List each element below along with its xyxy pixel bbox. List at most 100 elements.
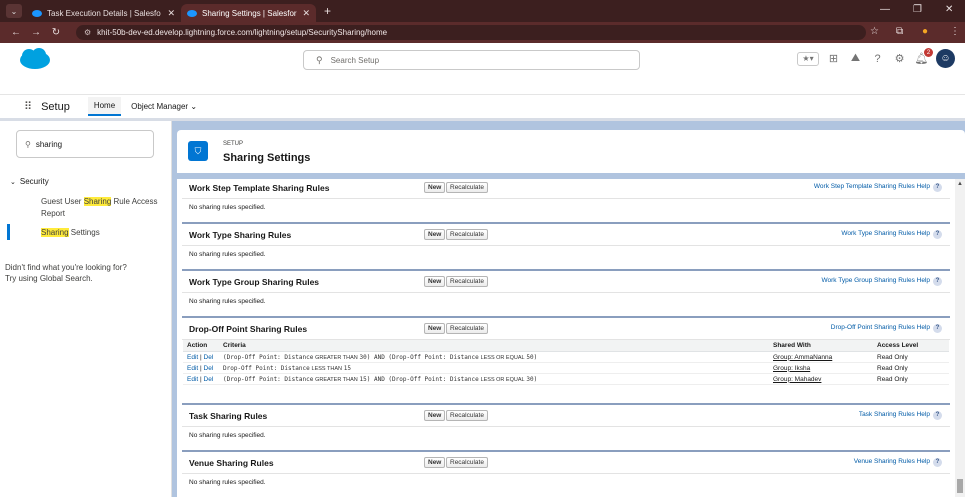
new-tab-button[interactable]: +	[324, 4, 331, 18]
delete-link[interactable]: Del	[204, 365, 214, 372]
edit-link[interactable]: Edit	[187, 365, 198, 372]
section-title: Task Sharing Rules	[189, 411, 268, 421]
recalculate-button[interactable]: Recalculate	[446, 410, 488, 421]
group-link[interactable]: Group: Mahadev	[773, 376, 821, 383]
context-bar: ⠿ Setup Home Object Manager ⌄	[0, 94, 965, 121]
tree-item-text: Settings	[68, 228, 100, 237]
criteria-operator: GREATER THAN	[315, 354, 358, 361]
help-link[interactable]: Task Sharing Rules Help?	[859, 411, 942, 420]
site-info-icon[interactable]: ⚙	[84, 28, 91, 37]
recalculate-button[interactable]: Recalculate	[446, 457, 488, 468]
new-button[interactable]: New	[424, 410, 446, 421]
close-icon[interactable]: ✕	[302, 8, 310, 19]
help-link[interactable]: Work Type Sharing Rules Help?	[841, 230, 942, 239]
tree-node-security[interactable]: ⌄ Security	[10, 177, 49, 186]
tree-item-sharing-settings[interactable]: Sharing Settings	[41, 227, 166, 239]
empty-message: No sharing rules specified.	[182, 427, 950, 445]
chevron-down-icon[interactable]: ⌄	[190, 102, 197, 111]
extensions-icon[interactable]: ⧉	[896, 26, 903, 37]
maximize-icon[interactable]: ❐	[913, 4, 922, 15]
quick-find-input[interactable]: ⚲ sharing	[16, 130, 154, 158]
edit-link[interactable]: Edit	[187, 376, 198, 383]
search-highlight: Sharing	[41, 228, 69, 237]
edit-link[interactable]: Edit	[187, 354, 198, 361]
help-link-text: Work Step Template Sharing Rules Help	[813, 183, 930, 190]
app-launcher-icon[interactable]: ⠿	[24, 100, 32, 113]
table-row: Edit | Del (Drop-Off Point: Distance GRE…	[183, 373, 949, 385]
new-button[interactable]: New	[424, 323, 446, 334]
tab-title: Sharing Settings | Salesforce	[202, 8, 298, 18]
content-scrollbar[interactable]: ▲	[955, 179, 965, 497]
user-avatar[interactable]: ☺	[936, 49, 955, 68]
global-actions-icon[interactable]: ⊞	[826, 51, 841, 66]
update-alert-icon[interactable]: ●	[922, 26, 928, 37]
help-icon[interactable]: ?	[870, 51, 885, 66]
favorites-icon[interactable]: ★▾	[797, 51, 819, 66]
close-icon[interactable]: ✕	[167, 8, 175, 19]
new-button[interactable]: New	[424, 276, 446, 287]
page-header: ⛉ SETUP Sharing Settings	[177, 130, 965, 173]
sharing-settings-frame: Work Step Template Sharing Rules New Rec…	[177, 179, 955, 497]
help-icon: ?	[933, 277, 942, 286]
browser-menu-icon[interactable]: ⋮	[950, 26, 960, 37]
group-link[interactable]: Group: Iksha	[773, 365, 810, 372]
help-link[interactable]: Work Type Group Sharing Rules Help?	[821, 277, 942, 286]
chevron-down-icon[interactable]: ⌄	[10, 179, 16, 186]
delete-link[interactable]: Del	[204, 376, 214, 383]
delete-link[interactable]: Del	[204, 354, 214, 361]
recalculate-button[interactable]: Recalculate	[446, 229, 488, 240]
scrollbar-thumb[interactable]	[957, 479, 963, 493]
address-bar[interactable]: ⚙ khit-50b-dev-ed.develop.lightning.forc…	[76, 25, 866, 40]
section-work-type-group: Work Type Group Sharing Rules New Recalc…	[182, 269, 950, 311]
tree-node-label: Security	[19, 177, 49, 186]
help-link[interactable]: Drop-Off Point Sharing Rules Help?	[831, 324, 942, 333]
bookmark-star-icon[interactable]: ☆	[870, 26, 879, 37]
search-setup-input[interactable]: ⚲ Search Setup	[303, 50, 640, 70]
tab-search-button[interactable]: ⌄	[6, 4, 22, 18]
salesforce-cloud-logo[interactable]	[18, 47, 52, 71]
new-button[interactable]: New	[424, 229, 446, 240]
hint-line-2: Try using Global Search.	[5, 274, 93, 283]
section-drop-off-point: Drop-Off Point Sharing Rules New Recalcu…	[182, 316, 950, 385]
tab-title: Task Execution Details | Salesfo	[47, 8, 161, 18]
column-header-shared-with: Shared With	[769, 340, 873, 352]
reload-icon[interactable]: ↻	[46, 27, 66, 38]
shared-with-cell: Group: Iksha	[769, 362, 873, 374]
recalculate-button[interactable]: Recalculate	[446, 276, 488, 287]
help-icon: ?	[933, 183, 942, 192]
section-venue: Venue Sharing Rules New Recalculate Venu…	[182, 450, 950, 492]
tab-object-manager[interactable]: Object Manager ⌄	[125, 98, 203, 115]
help-link[interactable]: Work Step Template Sharing Rules Help?	[814, 183, 942, 192]
trailhead-icon[interactable]: ⛰	[848, 51, 863, 66]
recalculate-button[interactable]: Recalculate	[446, 323, 488, 334]
new-button[interactable]: New	[424, 182, 446, 193]
recalculate-button[interactable]: Recalculate	[446, 182, 488, 193]
notifications-bell-icon[interactable]: 🔔︎ 2	[914, 48, 933, 66]
setup-gear-icon[interactable]: ⚙	[892, 51, 907, 66]
row-actions: Edit | Del	[183, 373, 219, 385]
help-icon: ?	[933, 230, 942, 239]
url-text: khit-50b-dev-ed.develop.lightning.force.…	[97, 28, 388, 37]
empty-message: No sharing rules specified.	[182, 199, 950, 217]
notification-badge: 2	[924, 48, 933, 57]
criteria-cell: (Drop-Off Point: Distance GREATER THAN 3…	[219, 351, 769, 363]
main-content-area: ⛉ SETUP Sharing Settings Work Step Templ…	[172, 121, 965, 497]
tab-home[interactable]: Home	[87, 97, 122, 116]
tree-item-guest-user-sharing-rule-access-report[interactable]: Guest User Sharing Rule Access Report	[41, 196, 166, 220]
help-link[interactable]: Venue Sharing Rules Help?	[854, 458, 942, 467]
browser-tab-task-execution[interactable]: Task Execution Details | Salesfo ✕	[26, 4, 181, 22]
quick-find-value: sharing	[35, 139, 63, 149]
criteria-field: (Drop-Off Point: Distance	[223, 353, 314, 361]
window-close-icon[interactable]: ✕	[945, 4, 953, 15]
column-header-criteria: Criteria	[219, 340, 769, 352]
help-link-text: Task Sharing Rules Help	[858, 411, 930, 418]
scroll-up-icon[interactable]: ▲	[957, 181, 963, 187]
group-link[interactable]: Group: AmmaNanna	[773, 354, 832, 361]
forward-icon[interactable]: →	[26, 27, 46, 38]
new-button[interactable]: New	[424, 457, 446, 468]
criteria-operator: LESS OR EQUAL	[480, 354, 525, 361]
minimize-icon[interactable]: —	[880, 4, 890, 15]
table-row: Edit | Del Drop-Off Point: Distance LESS…	[183, 362, 949, 374]
back-icon[interactable]: ←	[6, 27, 26, 38]
browser-tab-sharing-settings[interactable]: Sharing Settings | Salesforce ✕	[181, 4, 316, 22]
